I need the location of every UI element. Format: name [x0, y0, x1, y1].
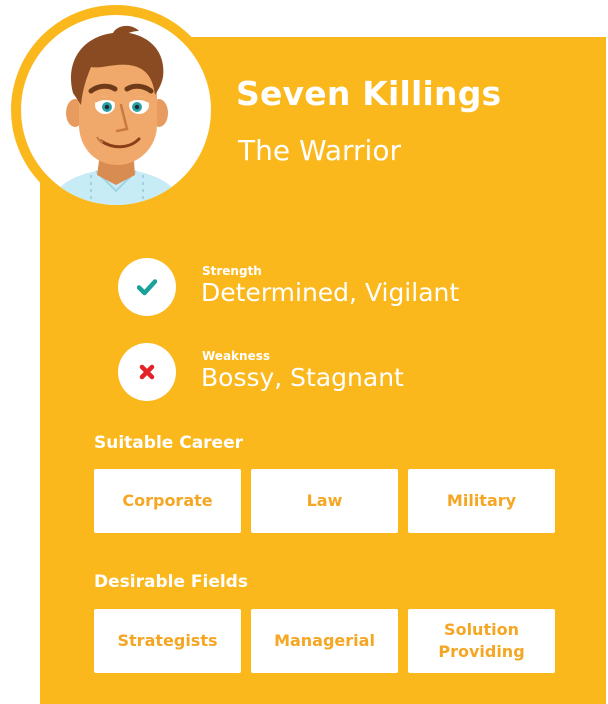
profile-name: Seven Killings	[236, 74, 502, 113]
strength-badge	[118, 258, 176, 316]
man-avatar-icon	[51, 25, 181, 205]
weakness-label: Weakness	[202, 349, 270, 363]
weakness-badge	[118, 343, 176, 401]
field-chip[interactable]: Strategists	[94, 609, 241, 673]
strength-label: Strength	[202, 264, 262, 278]
desirable-fields-title: Desirable Fields	[94, 572, 248, 592]
avatar	[21, 15, 211, 205]
check-icon	[137, 279, 157, 296]
profile-subtitle: The Warrior	[238, 134, 401, 167]
cross-icon	[139, 364, 155, 380]
weakness-trait: Weakness Bossy, Stagnant	[118, 343, 558, 401]
strength-value: Determined, Vigilant	[201, 278, 460, 307]
suitable-career-title: Suitable Career	[94, 433, 243, 453]
career-chip[interactable]: Corporate	[94, 469, 241, 533]
career-chip[interactable]: Military	[408, 469, 555, 533]
weakness-value: Bossy, Stagnant	[201, 363, 404, 392]
field-chip[interactable]: Solution Providing	[408, 609, 555, 673]
field-chip[interactable]: Managerial	[251, 609, 398, 673]
career-chip[interactable]: Law	[251, 469, 398, 533]
strength-trait: Strength Determined, Vigilant	[118, 258, 558, 316]
